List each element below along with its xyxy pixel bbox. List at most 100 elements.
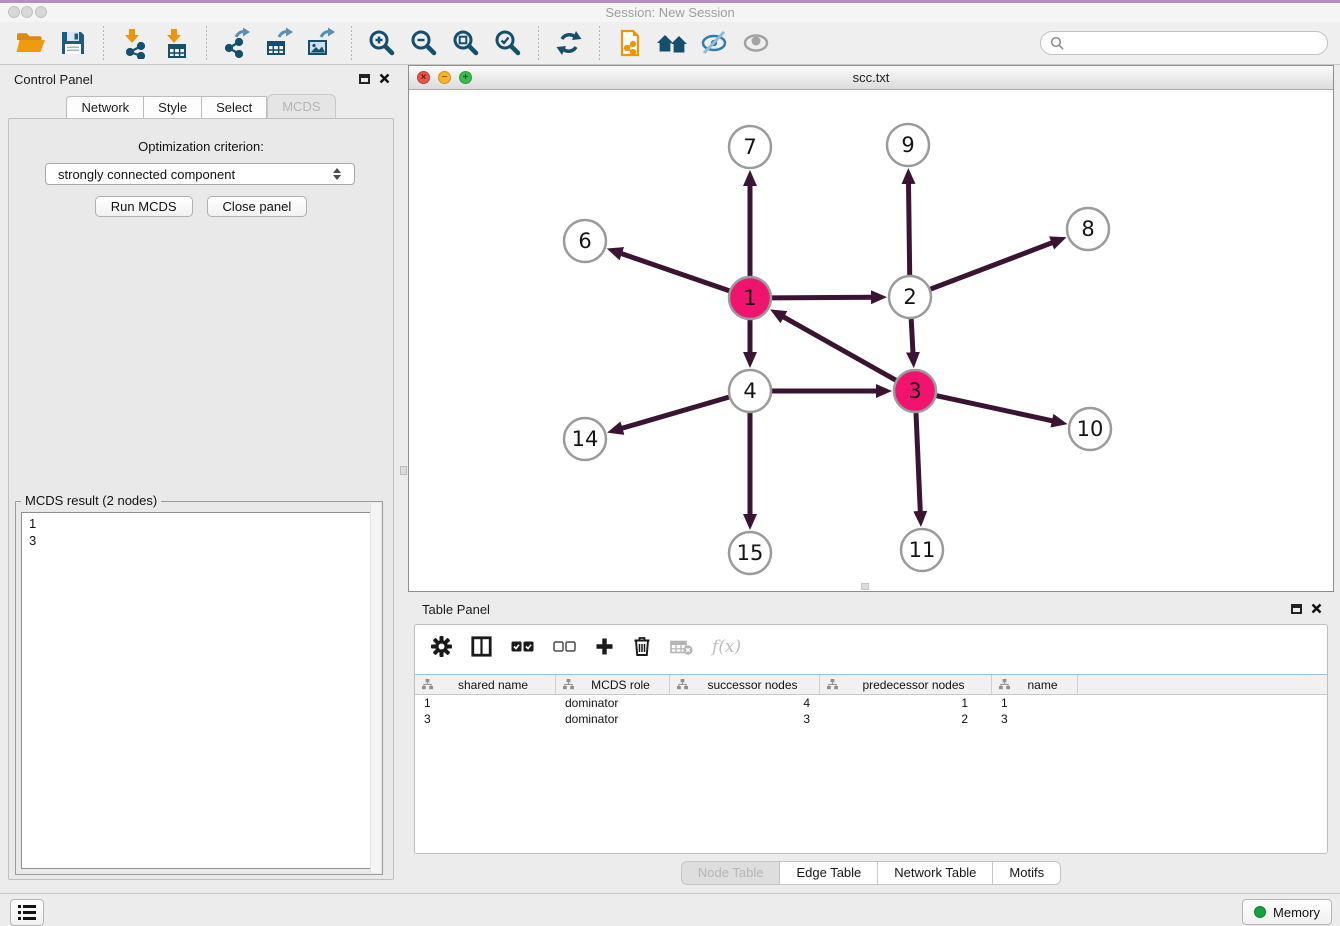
edge-3-10[interactable] xyxy=(937,396,1053,421)
import-table-icon[interactable] xyxy=(157,24,195,62)
memory-button[interactable]: Memory xyxy=(1242,899,1332,925)
node-label: 8 xyxy=(1081,217,1094,241)
tab-style[interactable]: Style xyxy=(144,96,202,119)
status-bar: Memory xyxy=(0,893,1340,926)
table-cell: 4 xyxy=(670,696,820,710)
zoom-out-icon[interactable] xyxy=(405,24,443,62)
edge-1-2[interactable] xyxy=(772,297,872,298)
table-row[interactable]: 1dominator411 xyxy=(415,695,1327,711)
close-panel-button[interactable]: Close panel xyxy=(207,196,308,217)
network-resize-grip[interactable] xyxy=(861,583,869,590)
export-table-icon[interactable] xyxy=(260,24,298,62)
application-window: Session: New Session xyxy=(0,0,1340,926)
refresh-icon[interactable] xyxy=(550,24,588,62)
edge-2-9[interactable] xyxy=(909,183,910,275)
select-all-columns-icon[interactable] xyxy=(511,641,534,652)
zoom-in-icon[interactable] xyxy=(363,24,401,62)
tab-motifs[interactable]: Motifs xyxy=(993,861,1061,885)
tab-network[interactable]: Network xyxy=(66,96,144,119)
control-panel-title: Control Panel xyxy=(14,72,93,87)
delete-icon[interactable] xyxy=(633,636,651,657)
table-panel-title: Table Panel xyxy=(422,602,490,617)
tab-select[interactable]: Select xyxy=(202,96,267,119)
memory-label: Memory xyxy=(1273,905,1320,920)
node-label: 10 xyxy=(1077,417,1104,441)
close-panel-icon[interactable] xyxy=(1311,603,1322,614)
table-panel: Table Panel xyxy=(408,595,1334,886)
control-panel: Control Panel NetworkStyleSelectMCDS Opt… xyxy=(0,65,402,886)
table-body: 1dominator4113dominator323 xyxy=(415,695,1327,727)
column-header-name[interactable]: name xyxy=(992,675,1078,694)
first-neighbors-icon[interactable] xyxy=(653,24,691,62)
window-title: Session: New Session xyxy=(0,3,1340,22)
table-cell: dominator xyxy=(556,712,670,726)
column-header-predecessor-nodes[interactable]: predecessor nodes xyxy=(820,675,992,694)
table-toolbar: f(x) xyxy=(415,625,1327,668)
result-scrollbar[interactable] xyxy=(370,503,381,873)
eye-disabled-icon xyxy=(737,24,775,62)
float-panel-icon[interactable] xyxy=(1291,604,1302,614)
toolbar-separator xyxy=(599,26,600,60)
zoom-selected-icon[interactable] xyxy=(489,24,527,62)
column-header-shared-name[interactable]: shared name xyxy=(415,675,556,694)
node-label: 15 xyxy=(737,541,764,565)
mcds-result-text[interactable]: 13 xyxy=(21,512,377,869)
add-icon[interactable] xyxy=(595,637,614,656)
node-label: 1 xyxy=(743,286,756,310)
edge-3-1[interactable] xyxy=(783,317,896,381)
float-panel-icon[interactable] xyxy=(359,74,370,84)
save-session-icon[interactable] xyxy=(54,24,92,62)
export-network-icon[interactable] xyxy=(218,24,256,62)
search-input[interactable] xyxy=(1064,35,1318,51)
memory-status-dot-icon xyxy=(1254,906,1266,918)
node-label: 11 xyxy=(909,538,936,562)
table-cell: 3 xyxy=(670,712,820,726)
node-label: 4 xyxy=(743,379,756,403)
table-cell: 1 xyxy=(992,696,1078,710)
task-history-button[interactable] xyxy=(10,899,44,926)
table-cell: 3 xyxy=(992,712,1078,726)
node-table: f(x) shared nameMCDS rolesuccessor nodes… xyxy=(414,624,1328,854)
column-layout-icon[interactable] xyxy=(471,636,492,657)
zoom-fit-icon[interactable] xyxy=(447,24,485,62)
edge-1-6[interactable] xyxy=(621,253,729,290)
unselect-all-columns-icon[interactable] xyxy=(553,641,576,652)
edge-3-11[interactable] xyxy=(916,413,920,512)
edge-2-3[interactable] xyxy=(911,319,913,353)
network-graph[interactable]: 7968124314101511 xyxy=(409,90,1333,591)
toolbar-separator xyxy=(351,26,352,60)
toolbar-separator xyxy=(538,26,539,60)
show-graphics-details-icon[interactable] xyxy=(695,24,733,62)
search-box[interactable] xyxy=(1040,31,1328,55)
column-header-successor-nodes[interactable]: successor nodes xyxy=(670,675,820,694)
edge-4-14[interactable] xyxy=(622,397,729,428)
run-mcds-button[interactable]: Run MCDS xyxy=(95,196,193,217)
node-label: 6 xyxy=(578,229,591,253)
column-header-mcds-role[interactable]: MCDS role xyxy=(556,675,670,694)
mcds-result-title: MCDS result (2 nodes) xyxy=(21,493,161,508)
toolbar-separator xyxy=(103,26,104,60)
tab-network-table[interactable]: Network Table xyxy=(878,861,993,885)
table-cell: 2 xyxy=(820,712,992,726)
export-image-icon[interactable] xyxy=(302,24,340,62)
clone-network-icon[interactable] xyxy=(611,24,649,62)
tab-edge-table[interactable]: Edge Table xyxy=(780,861,878,885)
import-network-icon[interactable] xyxy=(115,24,153,62)
network-window-titlebar[interactable]: × − + scc.txt xyxy=(409,66,1333,90)
open-session-icon[interactable] xyxy=(12,24,50,62)
network-view-window: × − + scc.txt 7968124314101511 xyxy=(408,65,1334,592)
delete-table-icon xyxy=(670,639,693,655)
control-panel-tabs: NetworkStyleSelectMCDS xyxy=(0,96,402,119)
gear-icon[interactable] xyxy=(431,636,452,657)
table-row[interactable]: 3dominator323 xyxy=(415,711,1327,727)
column-type-icon xyxy=(827,679,838,690)
close-panel-icon[interactable] xyxy=(379,73,390,84)
tab-mcds[interactable]: MCDS xyxy=(267,94,335,119)
network-canvas[interactable]: 7968124314101511 xyxy=(409,90,1333,591)
splitter-grip[interactable] xyxy=(400,466,407,475)
tab-node-table[interactable]: Node Table xyxy=(681,861,781,885)
edge-2-8[interactable] xyxy=(931,243,1053,290)
node-label: 14 xyxy=(572,427,599,451)
criterion-select[interactable]: strongly connected component xyxy=(45,163,355,185)
titlebar: Session: New Session xyxy=(0,3,1340,22)
